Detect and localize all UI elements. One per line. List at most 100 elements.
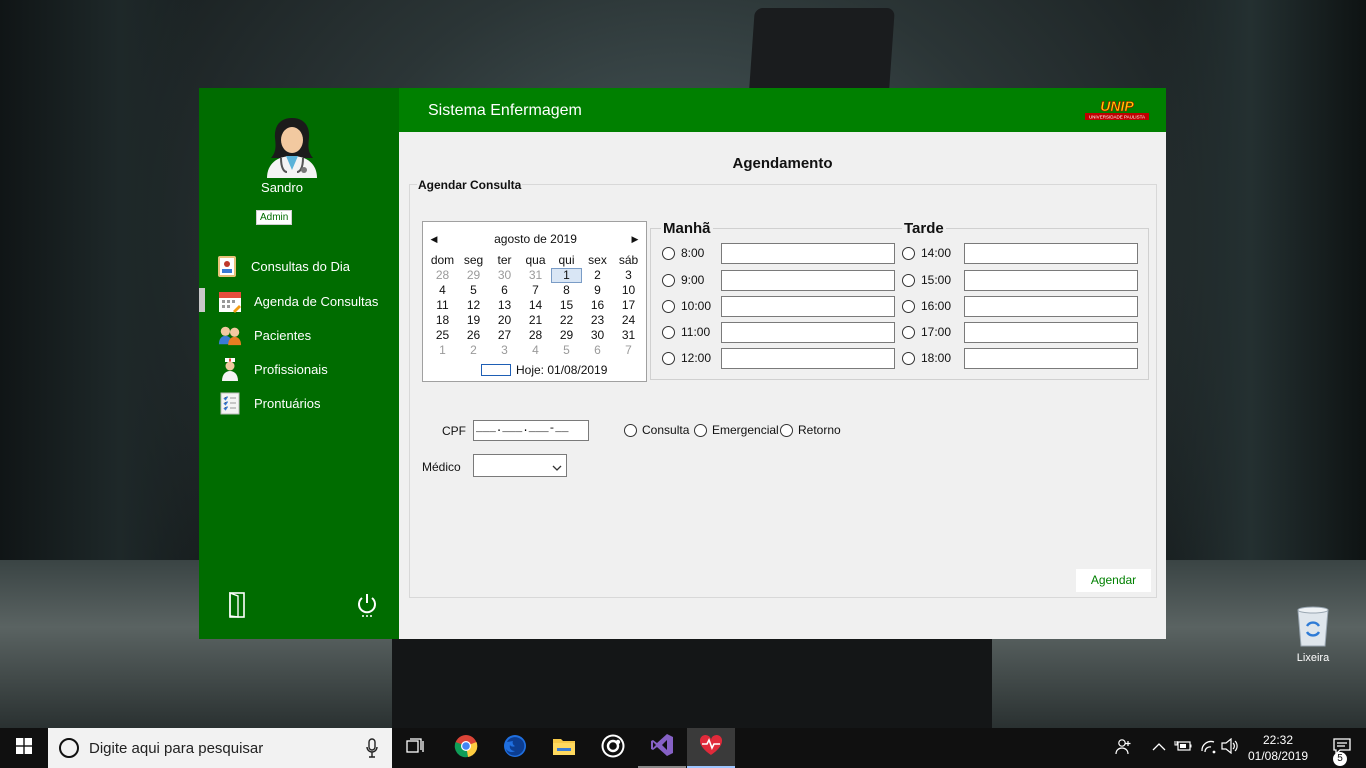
afternoon-slot-radio[interactable] — [902, 351, 915, 365]
radio-retorno[interactable]: Retorno — [780, 423, 841, 437]
calendar-day[interactable]: 7 — [520, 283, 551, 298]
sidebar-item-label: Pacientes — [254, 327, 312, 343]
calendar-day[interactable]: 29 — [458, 268, 489, 283]
calendar-day[interactable]: 20 — [489, 313, 520, 328]
afternoon-slot-field[interactable] — [964, 321, 1138, 343]
calendar-day[interactable]: 23 — [582, 313, 613, 328]
morning-slot-radio[interactable] — [662, 273, 675, 287]
sidebar-item-pacientes[interactable]: Pacientes — [218, 322, 311, 348]
calendar-day[interactable]: 12 — [458, 298, 489, 313]
calendar-day[interactable]: 11 — [427, 298, 458, 313]
volume-button[interactable] — [1220, 737, 1240, 758]
start-button[interactable] — [0, 728, 48, 768]
calendar-day[interactable]: 3 — [613, 268, 644, 283]
sidebar-item-prontuarios[interactable]: Prontuários — [218, 390, 320, 416]
logout-button[interactable] — [222, 591, 252, 622]
calendar-day[interactable]: 5 — [551, 343, 582, 358]
network-button[interactable] — [1198, 738, 1218, 758]
recycle-bin[interactable]: Lixeira — [1283, 604, 1343, 664]
taskbar-chrome[interactable] — [442, 728, 490, 768]
calendar-day[interactable]: 2 — [458, 343, 489, 358]
morning-slot-field[interactable] — [721, 242, 895, 264]
recycle-bin-icon — [1295, 604, 1331, 648]
afternoon-slot-field[interactable] — [964, 242, 1138, 264]
calendar-day[interactable]: 1 — [427, 343, 458, 358]
calendar-day[interactable]: 22 — [551, 313, 582, 328]
calendar-today[interactable]: Hoje: 01/08/2019 — [481, 363, 607, 377]
cpf-input[interactable]: ___.___.___-__ — [473, 420, 589, 441]
tray-overflow-button[interactable] — [1149, 738, 1169, 758]
calendar-day[interactable]: 4 — [520, 343, 551, 358]
sidebar-item-consultas-do-dia[interactable]: Consultas do Dia — [215, 253, 350, 279]
calendar-day[interactable]: 26 — [458, 328, 489, 343]
calendar-day[interactable]: 28 — [520, 328, 551, 343]
morning-slot-radio[interactable] — [662, 299, 675, 313]
afternoon-slot-radio[interactable] — [902, 273, 915, 287]
calendar-day[interactable]: 6 — [582, 343, 613, 358]
morning-slot-field[interactable] — [721, 321, 895, 343]
calendar-day[interactable]: 30 — [582, 328, 613, 343]
sidebar-item-agenda-de-consultas[interactable]: Agenda de Consultas — [218, 288, 378, 314]
calendar-day[interactable]: 8 — [551, 283, 582, 298]
calendar-day[interactable]: 6 — [489, 283, 520, 298]
calendar-day[interactable]: 2 — [582, 268, 613, 283]
calendar-day[interactable]: 25 — [427, 328, 458, 343]
calendar-day[interactable]: 28 — [427, 268, 458, 283]
people-button[interactable] — [1114, 738, 1134, 758]
taskbar-firefox[interactable] — [491, 728, 539, 768]
calendar-day[interactable]: 4 — [427, 283, 458, 298]
calendar-day[interactable]: 21 — [520, 313, 551, 328]
morning-slot-row: 12:00 — [662, 347, 895, 369]
radio-consulta[interactable]: Consulta — [624, 423, 689, 437]
morning-slot-radio[interactable] — [662, 246, 675, 260]
power-button[interactable] — [352, 592, 382, 622]
calendar-day[interactable]: 13 — [489, 298, 520, 313]
calendar-day[interactable]: 15 — [551, 298, 582, 313]
calendar-day[interactable]: 19 — [458, 313, 489, 328]
morning-slot-radio[interactable] — [662, 325, 675, 339]
battery-button[interactable] — [1173, 738, 1193, 758]
agendar-button[interactable]: Agendar — [1076, 569, 1151, 592]
calendar-day[interactable]: 27 — [489, 328, 520, 343]
calendar-day[interactable]: 16 — [582, 298, 613, 313]
calendar-day[interactable]: 7 — [613, 343, 644, 358]
microphone-icon[interactable] — [366, 738, 378, 758]
calendar-day[interactable]: 24 — [613, 313, 644, 328]
taskbar-obs[interactable] — [589, 728, 637, 768]
afternoon-slot-radio[interactable] — [902, 299, 915, 313]
taskbar-visual-studio[interactable] — [638, 728, 686, 768]
calendar-day[interactable]: 18 — [427, 313, 458, 328]
month-calendar[interactable]: ◀ agosto de 2019 ▶ dom seg ter qua qui sex sáb… — [422, 221, 647, 382]
taskbar-file-explorer[interactable] — [540, 728, 588, 768]
taskbar-search[interactable]: Digite aqui para pesquisar — [48, 728, 392, 768]
morning-slot-field[interactable] — [721, 295, 895, 317]
morning-slot-field[interactable] — [721, 269, 895, 291]
taskbar-clock[interactable]: 22:32 01/08/2019 — [1244, 732, 1312, 764]
taskbar-sistema-enfermagem[interactable] — [687, 728, 735, 768]
morning-slot-radio[interactable] — [662, 351, 675, 365]
calendar-day[interactable]: 17 — [613, 298, 644, 313]
slot-time-label: 8:00 — [681, 246, 705, 260]
afternoon-slot-radio[interactable] — [902, 325, 915, 339]
calendar-day[interactable]: 30 — [489, 268, 520, 283]
calendar-day[interactable]: 31 — [613, 328, 644, 343]
calendar-day[interactable]: 5 — [458, 283, 489, 298]
task-view-button[interactable] — [392, 728, 440, 768]
afternoon-slot-field[interactable] — [964, 347, 1138, 369]
calendar-day[interactable]: 31 — [520, 268, 551, 283]
medico-select[interactable] — [473, 454, 567, 477]
morning-slot-field[interactable] — [721, 347, 895, 369]
radio-emergencial[interactable]: Emergencial — [694, 423, 779, 437]
calendar-next-button[interactable]: ▶ — [627, 231, 643, 247]
calendar-day[interactable]: 10 — [613, 283, 644, 298]
afternoon-slot-field[interactable] — [964, 269, 1138, 291]
notification-count-badge: 5 — [1333, 752, 1347, 766]
calendar-day[interactable]: 3 — [489, 343, 520, 358]
calendar-day[interactable]: 9 — [582, 283, 613, 298]
afternoon-slot-field[interactable] — [964, 295, 1138, 317]
afternoon-slot-radio[interactable] — [902, 246, 915, 260]
calendar-day[interactable]: 14 — [520, 298, 551, 313]
sidebar-item-profissionais[interactable]: Profissionais — [218, 356, 328, 382]
calendar-day[interactable]: 29 — [551, 328, 582, 343]
calendar-day[interactable]: 1 — [551, 268, 582, 283]
